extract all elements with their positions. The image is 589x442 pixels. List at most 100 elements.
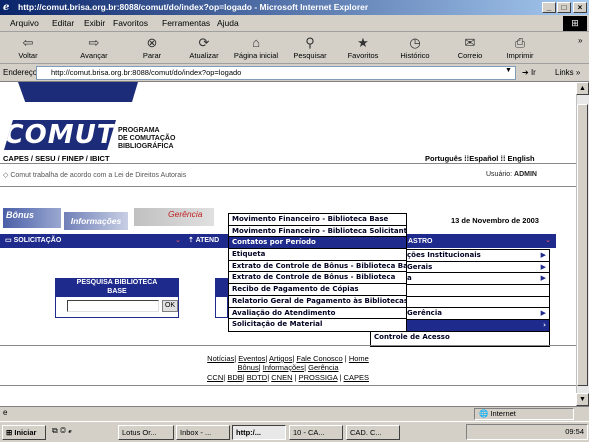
cadastro-item-controle-acesso[interactable]: Controle de Acesso	[371, 332, 549, 344]
footer-partner-links: CCN| BDB| BDTD| CNEN | PROSSIGA | CAPES	[207, 373, 369, 382]
footer-row-1: Notícias| Eventos| Artigos| Fale Conosco…	[207, 354, 369, 363]
menu-ajuda[interactable]: Ajuda	[217, 18, 239, 28]
start-button[interactable]: ⊞ Iniciar	[2, 425, 46, 440]
mail-icon: ✉	[464, 35, 476, 50]
footer-link-prossiga[interactable]: PROSSIGA	[299, 373, 338, 382]
home-button[interactable]: ⌂ Página inicial	[229, 34, 283, 60]
back-button[interactable]: ⇦ Voltar	[10, 34, 46, 60]
tab-informacoes[interactable]: Informações	[64, 212, 128, 230]
footer-link-gerencia[interactable]: Gerência	[308, 363, 338, 372]
page-status-icon: e	[3, 408, 8, 417]
task-cad[interactable]: CAD. C...	[346, 425, 400, 440]
footer-link-bonus[interactable]: Bônus	[237, 363, 258, 372]
menu-item[interactable]: Recibo de Pagamento de Cópias	[229, 284, 406, 296]
footer-link-home[interactable]: Home	[349, 354, 369, 363]
maximize-button[interactable]: □	[557, 2, 571, 13]
toolbar-overflow-icon[interactable]: »	[578, 36, 582, 45]
lang-espanol[interactable]: Español	[469, 154, 498, 163]
nav-atendimento[interactable]: ⇡ ATEND	[188, 236, 219, 244]
menu-item[interactable]: Avaliação do Atendimento	[229, 308, 406, 320]
task-inbox[interactable]: Inbox - ...	[176, 425, 230, 440]
menu-ferramentas[interactable]: Ferramentas	[162, 18, 210, 28]
footer-link-informacoes[interactable]: Informações	[263, 363, 304, 372]
comut-logo: COMUT	[4, 120, 116, 150]
go-button[interactable]: ➔ Ir	[522, 68, 536, 77]
history-button[interactable]: ◷ Histórico	[393, 34, 437, 60]
task-folder[interactable]: 10 - CA...	[289, 425, 343, 440]
footer-link-bdtd[interactable]: BDTD	[247, 373, 267, 382]
current-date: 13 de Novembro de 2003	[451, 216, 539, 225]
search-icon: ⚲	[305, 35, 315, 50]
menu-favoritos[interactable]: Favoritos	[113, 18, 148, 28]
lang-portugues[interactable]: Português	[425, 154, 462, 163]
menu-item[interactable]: Movimento Financeiro - Biblioteca Base	[229, 214, 406, 226]
menu-item-selected[interactable]: Contatos por Período	[229, 237, 406, 250]
refresh-button[interactable]: ⟳ Atualizar	[183, 34, 225, 60]
links-button[interactable]: Links »	[555, 68, 580, 77]
menu-arquivo[interactable]: Arquivo	[10, 18, 39, 28]
close-button[interactable]: ×	[573, 2, 587, 13]
globe-icon: 🌐	[479, 409, 489, 418]
menu-item[interactable]: Movimento Financeiro - Biblioteca Solici…	[229, 226, 406, 238]
page-content: COMUT PROGRAMA DE COMUTAÇÃO BIBLIOGRÁFICA …	[0, 82, 576, 406]
stop-button[interactable]: ⊗ Parar	[134, 34, 170, 60]
print-icon: ⎙	[514, 35, 526, 50]
menu-item[interactable]: Extrato de Controle de Bônus - Bibliotec…	[229, 272, 406, 285]
address-label: Endereço	[3, 68, 38, 77]
security-zone: 🌐 Internet	[474, 408, 574, 420]
footer-link-bdb[interactable]: BDB	[227, 373, 242, 382]
footer-link-noticias[interactable]: Notícias	[207, 354, 234, 363]
task-browser-active[interactable]: http:/...	[232, 425, 286, 440]
menu-item[interactable]: Solicitação de Material	[229, 319, 406, 331]
menu-exibir[interactable]: Exibir	[84, 18, 105, 28]
footer-row-2: Bônus| Informações| Gerência	[237, 363, 339, 372]
menu-item[interactable]: Relatorio Geral de Pagamento às Bibliote…	[229, 296, 406, 308]
menu-editar[interactable]: Editar	[52, 18, 74, 28]
footer-link-ccn[interactable]: CCN	[207, 373, 223, 382]
search-library-input[interactable]	[67, 300, 159, 312]
nav-solicitacao[interactable]: ▭ SOLICITAÇÃO	[5, 236, 61, 244]
scroll-down-button[interactable]: ▼	[576, 393, 589, 406]
search-ok-button[interactable]: OK	[162, 300, 178, 312]
tab-gerencia[interactable]: Gerência	[134, 208, 214, 226]
divider	[0, 345, 576, 346]
submenu-arrow-icon: ▶	[540, 274, 546, 283]
top-banner-fragment	[18, 82, 138, 102]
scroll-thumb[interactable]	[577, 104, 588, 386]
mail-button[interactable]: ✉ Correio	[452, 34, 488, 60]
quick-launch-icons[interactable]: ⧉ ◎ ℯ	[52, 426, 72, 436]
history-icon: ◷	[409, 35, 421, 50]
atendimento-box-edge	[215, 278, 228, 296]
search-box-title: PESQUISA BIBLIOTECA BASE	[55, 278, 179, 296]
ie-icon: e	[3, 2, 10, 13]
scroll-up-button[interactable]: ▲	[576, 82, 589, 95]
minimize-button[interactable]: _	[542, 2, 556, 13]
clock: 09:54	[565, 427, 584, 436]
atendimento-box-edge	[215, 296, 228, 318]
tab-bonus[interactable]: Bônus	[3, 208, 61, 228]
chevron-down-icon: ⌄	[545, 237, 551, 244]
program-name: PROGRAMA DE COMUTAÇÃO BIBLIOGRÁFICA	[118, 127, 176, 150]
menu-item[interactable]: Etiqueta	[229, 249, 406, 261]
favorites-button[interactable]: ★ Favoritos	[341, 34, 385, 60]
submenu-arrow-icon: ›	[543, 321, 546, 330]
search-button[interactable]: ⚲ Pesquisar	[288, 34, 332, 60]
title-bar: http://comut.brisa.org.br:8088/comut/do/…	[0, 0, 589, 15]
nav-cadastro[interactable]: ASTRO	[408, 238, 433, 245]
footer-link-capes[interactable]: CAPES	[344, 373, 369, 382]
footer-link-eventos[interactable]: Eventos	[238, 354, 265, 363]
task-lotus[interactable]: Lotus Or...	[118, 425, 174, 440]
windows-logo-icon: ⊞	[563, 16, 587, 31]
footer-link-artigos[interactable]: Artigos	[269, 354, 292, 363]
menu-item[interactable]: Extrato de Controle de Bônus - Bibliotec…	[229, 261, 406, 273]
chevron-down-icon: ⌄	[175, 237, 181, 244]
print-button[interactable]: ⎙ Imprimir	[500, 34, 540, 60]
footer-link-cnen[interactable]: CNEN	[271, 373, 292, 382]
forward-button[interactable]: ⇨ Avançar	[74, 34, 114, 60]
address-dropdown-icon[interactable]: ▼	[505, 67, 512, 74]
footer-link-fale-conosco[interactable]: Fale Conosco	[296, 354, 342, 363]
user-info: Usuário: ADMIN	[486, 171, 537, 178]
lang-english[interactable]: English	[508, 154, 535, 163]
address-input[interactable]: http://comut.brisa.org.br:8088/comut/do/…	[36, 66, 516, 80]
back-arrow-icon: ⇦	[22, 35, 34, 50]
